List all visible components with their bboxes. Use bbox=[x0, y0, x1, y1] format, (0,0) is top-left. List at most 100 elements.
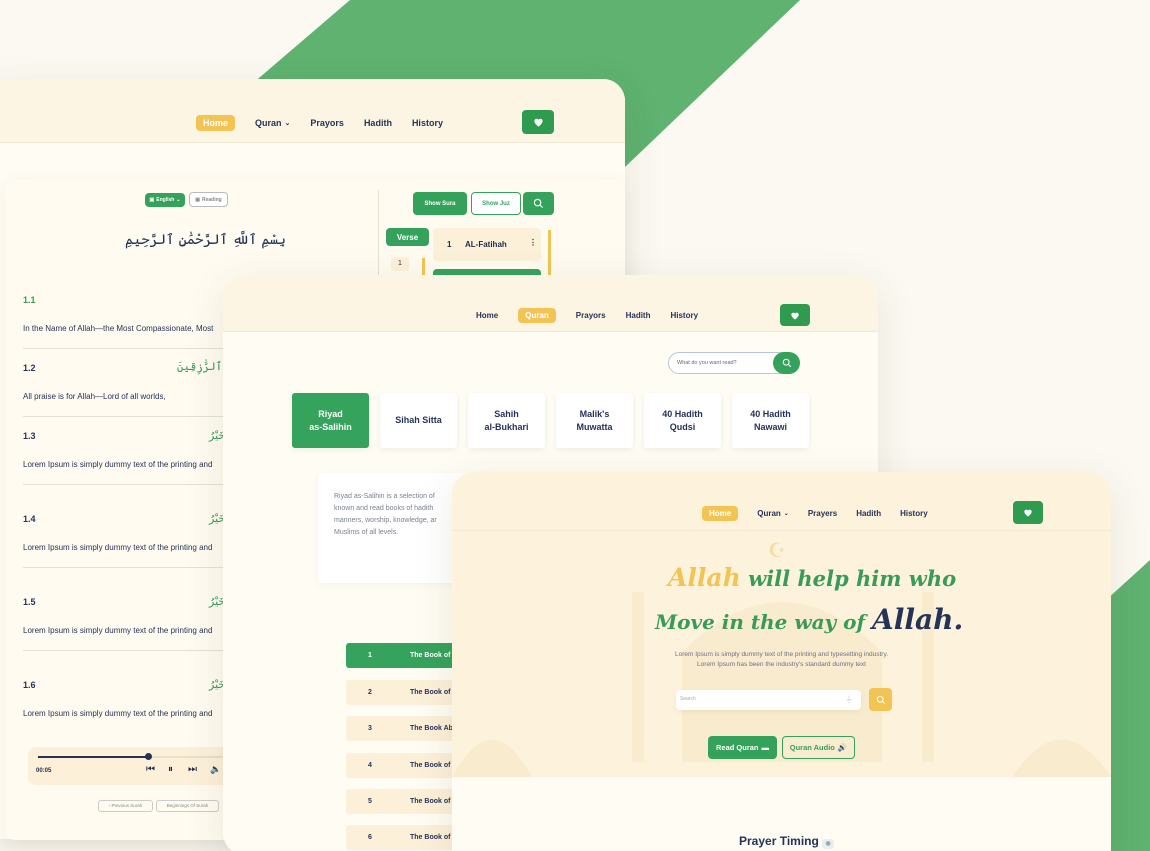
search-button[interactable] bbox=[523, 192, 554, 215]
nav-quran[interactable]: Quran ⌄ bbox=[255, 118, 290, 128]
audio-progress-fill bbox=[38, 756, 148, 758]
volume-icon[interactable]: 🔈 bbox=[210, 764, 221, 775]
search-icon bbox=[876, 695, 885, 704]
nav-prayers[interactable]: Prayors bbox=[576, 311, 606, 320]
verse-number: 1.3 bbox=[23, 431, 36, 441]
audio-player: 00:05 ⏮ ⏸ ⏭ 🔈 bbox=[28, 747, 248, 785]
hero-subtitle: Lorem Ipsum is simply dummy text of the … bbox=[674, 651, 889, 668]
surah-number: 1 bbox=[447, 240, 452, 249]
chapter-row[interactable]: 1 The Book of bbox=[346, 643, 456, 668]
divider bbox=[23, 348, 233, 349]
nav-home[interactable]: Home bbox=[476, 311, 498, 320]
read-quran-button[interactable]: Read Quran ▬ bbox=[708, 736, 777, 759]
next-track-icon[interactable]: ⏭ bbox=[188, 764, 197, 775]
heart-icon bbox=[1024, 509, 1032, 517]
divider bbox=[23, 416, 233, 417]
search-button[interactable] bbox=[869, 688, 892, 711]
bismillah-title: بِسْمِ ٱللَّهِ ٱلرَّحْمَٰنِ ٱلرَّحِيمِ bbox=[125, 232, 287, 248]
search-button[interactable] bbox=[773, 352, 800, 374]
verse-number: 1.5 bbox=[23, 597, 36, 607]
nav-quran[interactable]: Quran ⌄ bbox=[757, 509, 789, 518]
favorites-button[interactable] bbox=[780, 304, 810, 326]
divider bbox=[23, 650, 233, 651]
nav-history[interactable]: History bbox=[412, 118, 443, 128]
location-icon: ◉ bbox=[822, 839, 835, 849]
verse-number: 1.2 bbox=[23, 363, 36, 373]
chapter-row[interactable]: 3 The Book Ab bbox=[346, 716, 456, 741]
book-tile-40-hadith-qudsi[interactable]: 40 Hadith Qudsi bbox=[644, 393, 721, 448]
quran-audio-button[interactable]: Quran Audio 🔊 bbox=[782, 736, 855, 759]
verse-translation: All praise is for Allah—Lord of all worl… bbox=[23, 392, 166, 401]
nav-hadith[interactable]: Hadith bbox=[364, 118, 392, 128]
verse-translation: Lorem Ipsum is simply dummy text of the … bbox=[23, 460, 213, 469]
verse-translation: Lorem Ipsum is simply dummy text of the … bbox=[23, 543, 213, 552]
heart-icon bbox=[533, 118, 543, 127]
hero-highlight: Allah. bbox=[872, 603, 964, 636]
verse-number: 1.1 bbox=[23, 295, 36, 305]
hero-highlight: Allah bbox=[668, 563, 741, 592]
divider bbox=[452, 530, 1111, 531]
hero-text: Move in the way of bbox=[655, 610, 866, 634]
search-input[interactable]: Search ⏚ bbox=[676, 690, 861, 710]
home-screen: Home Quran ⌄ Prayers Hadith History ☪ All… bbox=[452, 472, 1111, 851]
beginning-of-surah-button[interactable]: Beginnings Of Surah bbox=[156, 800, 219, 812]
show-juz-button[interactable]: Show Juz bbox=[471, 192, 521, 215]
nav-prayers[interactable]: Prayors bbox=[310, 118, 344, 128]
main-nav: Home Quran Prayors Hadith History bbox=[476, 308, 698, 323]
previous-surah-button[interactable]: ‹ Previous Surah bbox=[98, 800, 153, 812]
vertical-divider bbox=[378, 190, 379, 280]
book-icon: ▬ bbox=[761, 743, 770, 752]
book-tile-riyad-as-salihin[interactable]: Riyad as-Salihin bbox=[292, 393, 369, 448]
book-tile-maliks-muwatta[interactable]: Malik's Muwatta bbox=[556, 393, 633, 448]
favorites-button[interactable] bbox=[522, 110, 554, 134]
chapter-row[interactable]: 2 The Book of bbox=[346, 680, 456, 705]
book-tile-sihah-sitta[interactable]: Sihah Sitta bbox=[380, 393, 457, 448]
microphone-icon[interactable]: ⏚ bbox=[845, 694, 853, 705]
divider bbox=[23, 567, 233, 568]
hero-line-1: Allah will help him who bbox=[668, 563, 956, 592]
book-tile-sahih-al-bukhari[interactable]: Sahih al-Bukhari bbox=[468, 393, 545, 448]
chapter-row[interactable]: 4 The Book of bbox=[346, 753, 456, 778]
language-select[interactable]: ▣ English ⌄ bbox=[145, 193, 185, 207]
nav-home[interactable]: Home bbox=[702, 506, 739, 521]
verse-tab[interactable]: Verse bbox=[386, 228, 429, 246]
nav-home[interactable]: Home bbox=[196, 115, 236, 131]
book-icon: ▣ bbox=[195, 196, 200, 203]
verse-list-number[interactable]: 1 bbox=[391, 257, 409, 271]
book-tile-40-hadith-nawawi[interactable]: 40 Hadith Nawawi bbox=[732, 393, 809, 448]
hero-line-2: Move in the way of Allah. bbox=[655, 603, 963, 636]
crescent-icon: ☪ bbox=[768, 540, 786, 562]
globe-icon: ▣ bbox=[149, 197, 155, 203]
show-sura-button[interactable]: Show Sura bbox=[413, 192, 467, 215]
divider bbox=[23, 484, 233, 485]
nav-history[interactable]: History bbox=[670, 311, 698, 320]
chapter-row[interactable]: 5 The Book of bbox=[346, 789, 456, 814]
main-nav: Home Quran ⌄ Prayers Hadith History bbox=[702, 506, 928, 521]
hero-text: will help him who bbox=[748, 566, 957, 591]
verse-number: 1.4 bbox=[23, 514, 36, 524]
nav-history[interactable]: History bbox=[900, 509, 928, 518]
nav-hadith[interactable]: Hadith bbox=[626, 311, 651, 320]
main-nav: Home Quran ⌄ Prayors Hadith History bbox=[196, 115, 443, 131]
chevron-down-icon: ⌄ bbox=[176, 197, 181, 203]
chapter-row[interactable]: 6 The Book of bbox=[346, 825, 456, 850]
reading-toggle[interactable]: ▣ Reading bbox=[189, 192, 228, 207]
search-placeholder: Search bbox=[680, 696, 696, 702]
search-icon bbox=[782, 358, 791, 368]
chevron-down-icon: ⌄ bbox=[284, 120, 291, 127]
verse-translation: Lorem Ipsum is simply dummy text of the … bbox=[23, 709, 213, 718]
previous-track-icon[interactable]: ⏮ bbox=[146, 764, 155, 775]
favorites-button[interactable] bbox=[1013, 501, 1043, 524]
more-vertical-icon[interactable]: ⋮ bbox=[529, 238, 537, 247]
surah-item[interactable]: 1 AL-Fatihah ⋮ bbox=[433, 228, 541, 261]
nav-prayers[interactable]: Prayers bbox=[808, 509, 837, 518]
verse-translation: Lorem Ipsum is simply dummy text of the … bbox=[23, 626, 213, 635]
audio-progress-handle[interactable] bbox=[145, 753, 152, 760]
pause-icon[interactable]: ⏸ bbox=[168, 764, 173, 775]
nav-quran[interactable]: Quran bbox=[518, 308, 556, 323]
verse-number: 1.6 bbox=[23, 680, 36, 690]
search-icon bbox=[533, 198, 544, 209]
nav-hadith[interactable]: Hadith bbox=[856, 509, 881, 518]
audio-time: 00:05 bbox=[36, 768, 52, 774]
chevron-down-icon: ⌄ bbox=[783, 511, 789, 517]
